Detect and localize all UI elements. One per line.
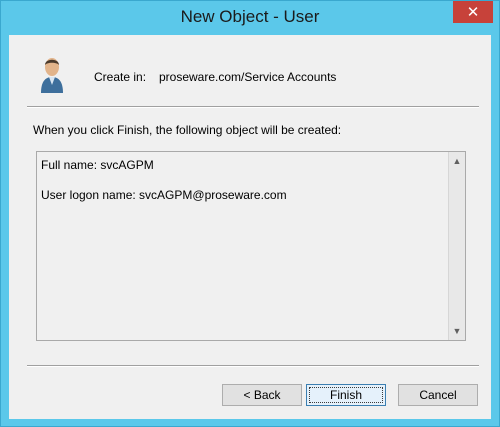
vertical-scrollbar[interactable]: ▲ ▼ bbox=[448, 152, 465, 340]
bottom-divider bbox=[27, 365, 479, 367]
back-button[interactable]: < Back bbox=[222, 384, 302, 406]
cancel-button[interactable]: Cancel bbox=[398, 384, 478, 406]
summary-full-name: Full name: svcAGPM bbox=[41, 158, 154, 172]
top-divider bbox=[27, 106, 479, 108]
close-icon: ✕ bbox=[466, 4, 480, 21]
create-in-label: Create in: bbox=[94, 70, 147, 84]
dialog-body: Create in: proseware.com/Service Account… bbox=[9, 35, 491, 419]
title-bar[interactable]: New Object - User ✕ bbox=[1, 1, 499, 35]
dialog-title: New Object - User bbox=[180, 7, 320, 26]
close-button[interactable]: ✕ bbox=[453, 1, 493, 23]
create-in-path: proseware.com/Service Accounts bbox=[159, 70, 337, 84]
summary-box[interactable]: Full name: svcAGPM User logon name: svcA… bbox=[36, 151, 466, 341]
dialog-window: New Object - User ✕ Create in: proseware… bbox=[0, 0, 500, 427]
scroll-down-icon[interactable]: ▼ bbox=[449, 323, 465, 339]
focus-rect bbox=[309, 387, 383, 403]
user-icon bbox=[41, 58, 63, 93]
info-text: When you click Finish, the following obj… bbox=[33, 123, 342, 137]
summary-logon-name: User logon name: svcAGPM@proseware.com bbox=[41, 188, 287, 202]
finish-button[interactable]: Finish bbox=[306, 384, 386, 406]
scroll-up-icon[interactable]: ▲ bbox=[449, 153, 465, 169]
